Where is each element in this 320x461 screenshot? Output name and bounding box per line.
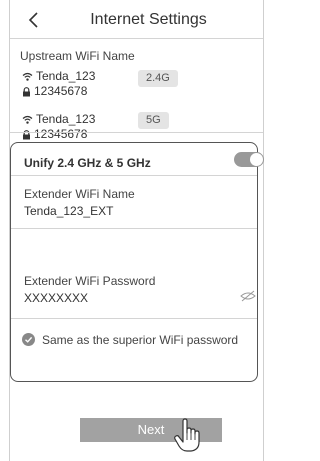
- upstream-wifi-label: Upstream WiFi Name: [20, 49, 135, 63]
- upstream-password: 12345678: [34, 127, 88, 141]
- screen-border-right: [263, 0, 264, 461]
- same-password-label[interactable]: Same as the superior WiFi password: [42, 333, 238, 347]
- upstream-ssid: Tenda_123: [36, 112, 96, 126]
- extender-name-label: Extender WiFi Name: [24, 187, 135, 201]
- toggle-knob: [250, 153, 263, 166]
- header: Internet Settings: [10, 0, 263, 38]
- lock-icon: [23, 129, 30, 139]
- section-divider: [10, 132, 263, 133]
- card-divider: [11, 318, 257, 319]
- page-title: Internet Settings: [90, 11, 207, 28]
- hand-pointer-icon: [174, 418, 200, 452]
- band-badge-5g: 5G: [138, 112, 169, 129]
- extender-password-label: Extender WiFi Password: [24, 274, 156, 288]
- lock-icon: [23, 86, 30, 96]
- upstream-network-2g: Tenda_123 12345678: [22, 69, 95, 99]
- header-divider: [10, 38, 263, 39]
- unify-bands-label: Unify 2.4 GHz & 5 GHz: [24, 156, 151, 170]
- wifi-icon: [22, 115, 33, 124]
- wifi-icon: [22, 72, 33, 81]
- extender-name-field[interactable]: Tenda_123_EXT: [24, 204, 113, 218]
- extender-password-field[interactable]: XXXXXXXX: [24, 291, 88, 305]
- band-badge-2g: 2.4G: [138, 70, 178, 87]
- check-circle-icon[interactable]: [22, 333, 35, 346]
- card-divider: [11, 228, 257, 229]
- upstream-network-5g: Tenda_123 12345678: [22, 112, 95, 142]
- eye-off-icon[interactable]: [240, 290, 256, 302]
- unify-bands-toggle[interactable]: [234, 152, 264, 167]
- upstream-password: 12345678: [34, 84, 88, 98]
- card-divider: [11, 175, 257, 176]
- upstream-ssid: Tenda_123: [36, 69, 96, 83]
